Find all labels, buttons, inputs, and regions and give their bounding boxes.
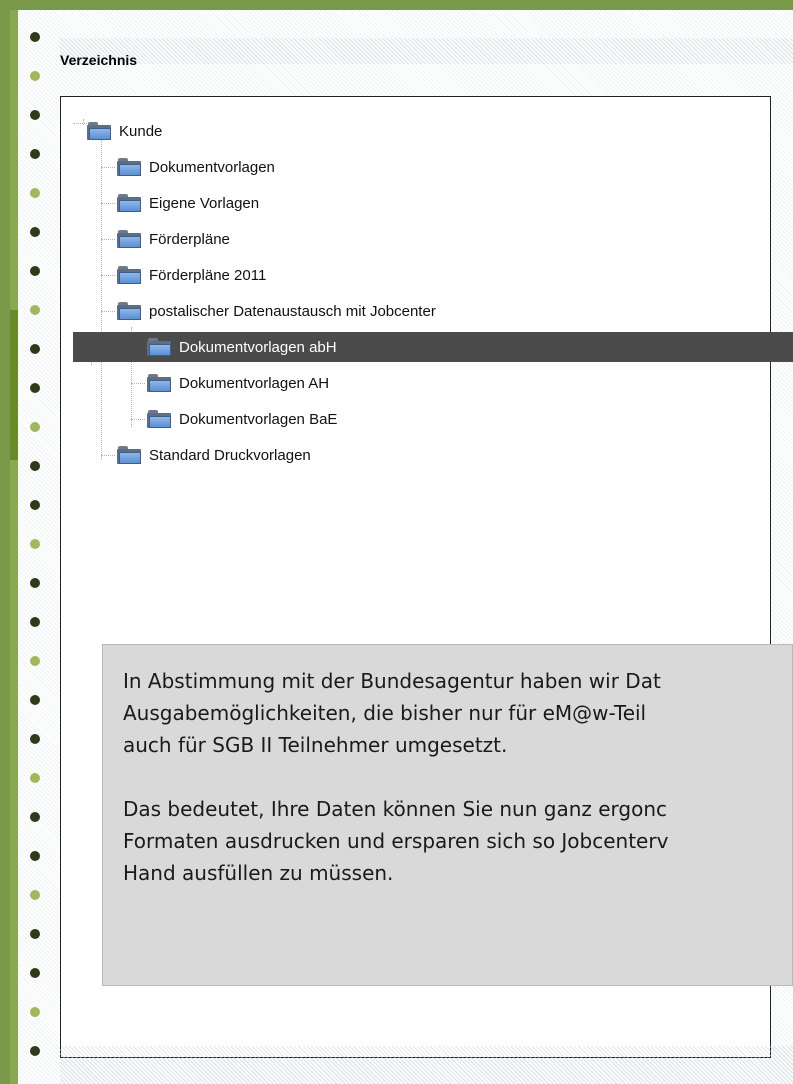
folder-icon (117, 230, 141, 248)
tree-item-label: Dokumentvorlagen (149, 158, 275, 176)
bullet-icon (30, 929, 40, 939)
bullet-icon (30, 1007, 40, 1017)
bullet-icon (30, 1046, 40, 1056)
bullet-column (30, 10, 50, 1084)
section-title: Verzeichnis (60, 52, 138, 68)
bullet-icon (30, 461, 40, 471)
bullet-icon (30, 110, 40, 120)
bullet-icon (30, 305, 40, 315)
info-paragraph-2: Das bedeutet, Ihre Daten können Sie nun … (123, 793, 792, 889)
left-rail (10, 10, 18, 1084)
bullet-icon (30, 188, 40, 198)
bullet-icon (30, 32, 40, 42)
folder-icon (87, 122, 111, 140)
bullet-icon (30, 773, 40, 783)
bullet-icon (30, 890, 40, 900)
header-strip (60, 38, 793, 64)
tree-item[interactable]: postalischer Datenaustausch mit Jobcente… (61, 296, 793, 326)
bullet-icon (30, 344, 40, 354)
info-line: Ausgabemöglichkeiten, die bisher nur für… (123, 701, 647, 725)
bullet-icon (30, 149, 40, 159)
info-paragraph-1: In Abstimmung mit der Bundesagentur habe… (123, 665, 792, 761)
info-line: In Abstimmung mit der Bundesagentur habe… (123, 669, 661, 693)
tree-item-label: Förderpläne 2011 (149, 266, 267, 284)
bullet-icon (30, 617, 40, 627)
folder-icon (147, 374, 171, 392)
info-line: auch für SGB II Teilnehmer umgesetzt. (123, 733, 508, 757)
bullet-icon (30, 656, 40, 666)
bullet-icon (30, 578, 40, 588)
bullet-icon (30, 266, 40, 276)
tree-item[interactable]: Dokumentvorlagen abH (73, 332, 793, 362)
tree-item-label: Dokumentvorlagen abH (179, 338, 337, 356)
folder-icon (147, 338, 171, 356)
folder-icon (117, 302, 141, 320)
left-rail-band (10, 310, 18, 460)
folder-icon (117, 194, 141, 212)
page-frame: Verzeichnis Kunde Dokumentvorlagen Eigene … (10, 10, 793, 1084)
tree-item-label: Kunde (119, 122, 163, 140)
info-line: Formaten ausdrucken und ersparen sich so… (123, 829, 669, 853)
tree-item[interactable]: Förderpläne 2011 (61, 260, 793, 290)
footer-strip (60, 1046, 793, 1084)
tree-item[interactable]: Dokumentvorlagen BaE (61, 404, 793, 434)
tree-item-label: Dokumentvorlagen BaE (179, 410, 338, 428)
bullet-icon (30, 422, 40, 432)
folder-icon (117, 266, 141, 284)
info-line: Das bedeutet, Ihre Daten können Sie nun … (123, 797, 668, 821)
bullet-icon (30, 851, 40, 861)
folder-icon (117, 446, 141, 464)
tree-item-label: postalischer Datenaustausch mit Jobcente… (149, 302, 436, 320)
info-box: In Abstimmung mit der Bundesagentur habe… (102, 644, 793, 986)
info-line: Hand ausfüllen zu müssen. (123, 861, 394, 885)
tree-item-label: Standard Druckvorlagen (149, 446, 311, 464)
tree-item-label: Dokumentvorlagen AH (179, 374, 330, 392)
bullet-icon (30, 71, 40, 81)
bullet-icon (30, 227, 40, 237)
bullet-icon (30, 695, 40, 705)
bullet-icon (30, 812, 40, 822)
folder-icon (117, 158, 141, 176)
tree-item[interactable]: Eigene Vorlagen (61, 188, 793, 218)
tree-item[interactable]: Kunde (61, 116, 793, 146)
bullet-icon (30, 383, 40, 393)
tree-item[interactable]: Förderpläne (61, 224, 793, 254)
tree-item[interactable]: Dokumentvorlagen (61, 152, 793, 182)
tree-item[interactable]: Dokumentvorlagen AH (61, 368, 793, 398)
tree-item[interactable]: Standard Druckvorlagen (61, 440, 793, 470)
tree-item-label: Eigene Vorlagen (149, 194, 260, 212)
tree-item-label: Förderpläne (149, 230, 230, 248)
bullet-icon (30, 968, 40, 978)
bullet-icon (30, 539, 40, 549)
bullet-icon (30, 500, 40, 510)
folder-icon (147, 410, 171, 428)
bullet-icon (30, 734, 40, 744)
